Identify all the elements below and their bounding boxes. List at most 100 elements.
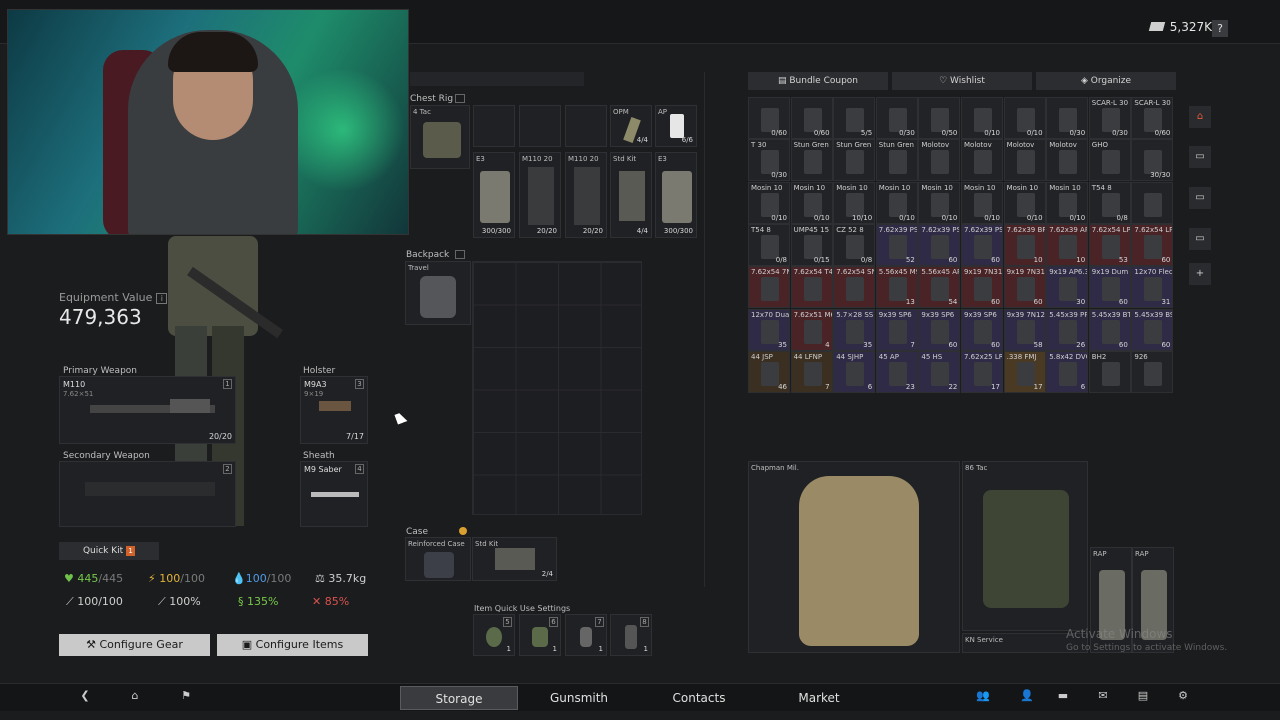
stash-item[interactable]: 30/30 (1131, 139, 1174, 182)
lock-icon[interactable] (455, 250, 465, 259)
configure-items-button[interactable]: ▣ Configure Items (217, 634, 368, 656)
stash-item[interactable]: Molotov (918, 139, 961, 182)
stash-item[interactable]: 0/10 (961, 97, 1003, 139)
holster-slot[interactable]: M9A3 9×19 3 7/17 (300, 376, 368, 444)
quick-kit-button[interactable]: Quick Kit 1 (59, 542, 159, 560)
stash-item[interactable]: 0/60 (790, 97, 833, 139)
quick-use-slot-7[interactable]: 7 1 (565, 614, 607, 656)
stash-item[interactable]: 7.62x39 PS 52 (875, 223, 918, 266)
stash-item[interactable]: 7.62x54 7N1 (748, 266, 790, 309)
stash-item[interactable]: 9x19 7N31 60 (1003, 266, 1046, 309)
stash-item[interactable]: 9x19 Dum 60 (1088, 266, 1131, 309)
stash-item[interactable]: Mosin 10 0/10 (875, 181, 918, 224)
info-icon[interactable]: i (156, 292, 168, 304)
quick-use-slot-8[interactable]: 8 1 (610, 614, 652, 656)
organize-button[interactable]: ◈ Organize (1036, 72, 1176, 90)
rig-item-m110-mag[interactable]: M110 20 20/20 (519, 152, 561, 238)
stash-item[interactable]: 9x39 SP6 7 (875, 308, 918, 351)
configure-gear-button[interactable]: ⚒ Configure Gear (59, 634, 210, 656)
backpack-slot[interactable]: Travel (405, 261, 471, 325)
secondary-weapon-slot[interactable]: 2 (59, 461, 236, 527)
wishlist-button[interactable]: ♡ Wishlist (892, 72, 1032, 90)
help-button[interactable]: ? (1212, 20, 1228, 37)
mail-icon[interactable]: ✉ (1094, 689, 1112, 705)
stash-item[interactable]: SCAR-L 30 0/30 (1088, 97, 1131, 139)
stash-item[interactable]: 0/10 (1003, 97, 1046, 139)
sheath-slot[interactable]: M9 Saber 4 (300, 461, 368, 527)
stash-item[interactable]: Stun Gren (875, 139, 918, 182)
stash-item[interactable]: 9x19 7N31 60 (961, 266, 1003, 309)
stash-item[interactable]: 44 LFNP 7 (790, 350, 833, 393)
stash-item[interactable]: Molotov (961, 139, 1003, 182)
stash-item[interactable]: Mosin 10 0/10 (1003, 181, 1046, 224)
backpack-grid[interactable] (472, 261, 642, 515)
stash-item[interactable]: T54 8 0/8 (1088, 181, 1131, 224)
stash-item[interactable]: 7.62x39 AP 10 (1046, 223, 1089, 266)
tactical-rig-item[interactable]: 86 Tac (962, 461, 1088, 631)
stash-item[interactable]: 7.62x51 M61 4 (790, 308, 833, 351)
container-icon[interactable]: ▭ (1189, 187, 1211, 209)
stash-item[interactable]: CZ 52 8 0/8 (833, 223, 876, 266)
stash-item[interactable]: 44 JSP 46 (748, 350, 790, 393)
stash-item[interactable]: 5.56x45 AP 54 (918, 266, 961, 309)
stash-item[interactable] (1131, 181, 1174, 224)
stash-item[interactable]: 9x39 7N12 58 (1003, 308, 1046, 351)
stash-item[interactable]: .338 FMJ 17 (1003, 350, 1046, 393)
stash-item[interactable]: Stun Gren (790, 139, 833, 182)
stash-item[interactable]: 5.45x39 PP 26 (1046, 308, 1089, 351)
stash-item[interactable]: BH2 (1088, 350, 1131, 393)
stash-item[interactable]: 5.56x45 M995 13 (875, 266, 918, 309)
rig-pocket-empty[interactable] (565, 105, 607, 147)
stash-item[interactable]: 9x39 SP6 60 (918, 308, 961, 351)
tab-gunsmith[interactable]: Gunsmith (520, 686, 638, 710)
quick-use-slot-6[interactable]: 6 1 (519, 614, 561, 656)
container-icon[interactable]: ▭ (1189, 146, 1211, 168)
stash-item[interactable]: UMP45 15 0/15 (790, 223, 833, 266)
stash-item[interactable]: 5.8x42 DVC 6 (1046, 350, 1089, 393)
stash-item[interactable]: 926 (1131, 350, 1174, 393)
primary-weapon-slot[interactable]: M110 7.62×51 1 20/20 (59, 376, 236, 444)
stash-item[interactable]: 5/5 (833, 97, 876, 139)
chat-icon[interactable]: ▬ (1054, 689, 1072, 705)
stash-item[interactable]: 5.45x39 BS 60 (1131, 308, 1174, 351)
stash-item[interactable]: 45 AP 23 (875, 350, 918, 393)
rig-pocket-empty[interactable] (519, 105, 561, 147)
home-icon[interactable]: ⌂ (126, 689, 144, 705)
container-icon[interactable]: ▭ (1189, 228, 1211, 250)
stash-item[interactable]: T54 8 0/8 (748, 223, 790, 266)
rig-item-std-kit[interactable]: Std Kit 4/4 (610, 152, 652, 238)
stash-item[interactable]: Mosin 10 0/10 (918, 181, 961, 224)
stash-item[interactable]: 7.62x54 SNB (833, 266, 876, 309)
stash-item[interactable]: 7.62x25 LRN 17 (961, 350, 1003, 393)
stash-item[interactable]: 9x19 AP6.3 30 (1046, 266, 1089, 309)
stash-item[interactable]: 7.62x39 PS 60 (918, 223, 961, 266)
back-icon[interactable]: ❮ (76, 689, 94, 705)
stash-item[interactable]: 5.45x39 BT 60 (1088, 308, 1131, 351)
rig-pocket-empty[interactable] (473, 105, 515, 147)
stash-item[interactable]: Mosin 10 0/10 (1046, 181, 1089, 224)
case-slot[interactable]: Reinforced Case (405, 537, 471, 581)
stash-item[interactable]: 44 SJHP 6 (833, 350, 876, 393)
stash-item[interactable]: T 30 0/30 (748, 139, 790, 182)
stash-item[interactable]: 9x39 SP6 60 (961, 308, 1003, 351)
chapman-backpack-item[interactable]: Chapman Mil. (748, 461, 960, 653)
stash-item[interactable]: 7.62x39 PS 60 (961, 223, 1003, 266)
friends-icon[interactable]: 👤 (1018, 689, 1036, 705)
stash-item[interactable]: 5.7×28 SS190 35 (833, 308, 876, 351)
stash-item[interactable]: 7.62x54 T46M (790, 266, 833, 309)
squad-icon[interactable]: 👥 (974, 689, 992, 705)
rig-item-ap[interactable]: AP 6/6 (655, 105, 697, 147)
stash-item[interactable]: 0/30 (875, 97, 918, 139)
flag-icon[interactable]: ⚑ (177, 689, 195, 705)
rig-item-opm[interactable]: OPM 4/4 (610, 105, 652, 147)
notes-icon[interactable]: ▤ (1134, 689, 1152, 705)
rig-item-e3[interactable]: E3 300/300 (473, 152, 515, 238)
weapon-tabs-strip[interactable] (410, 72, 584, 86)
stash-item[interactable]: 7.62x54 LPS 60 (1131, 223, 1174, 266)
rig-item-m110-mag[interactable]: M110 20 20/20 (565, 152, 607, 238)
quick-use-slot-5[interactable]: 5 1 (473, 614, 515, 656)
stash-item[interactable]: Mosin 10 0/10 (748, 181, 790, 224)
stash-item[interactable]: Stun Gren (833, 139, 876, 182)
stash-item[interactable]: 7.62x54 LPS 53 (1088, 223, 1131, 266)
tab-market[interactable]: Market (760, 686, 878, 710)
